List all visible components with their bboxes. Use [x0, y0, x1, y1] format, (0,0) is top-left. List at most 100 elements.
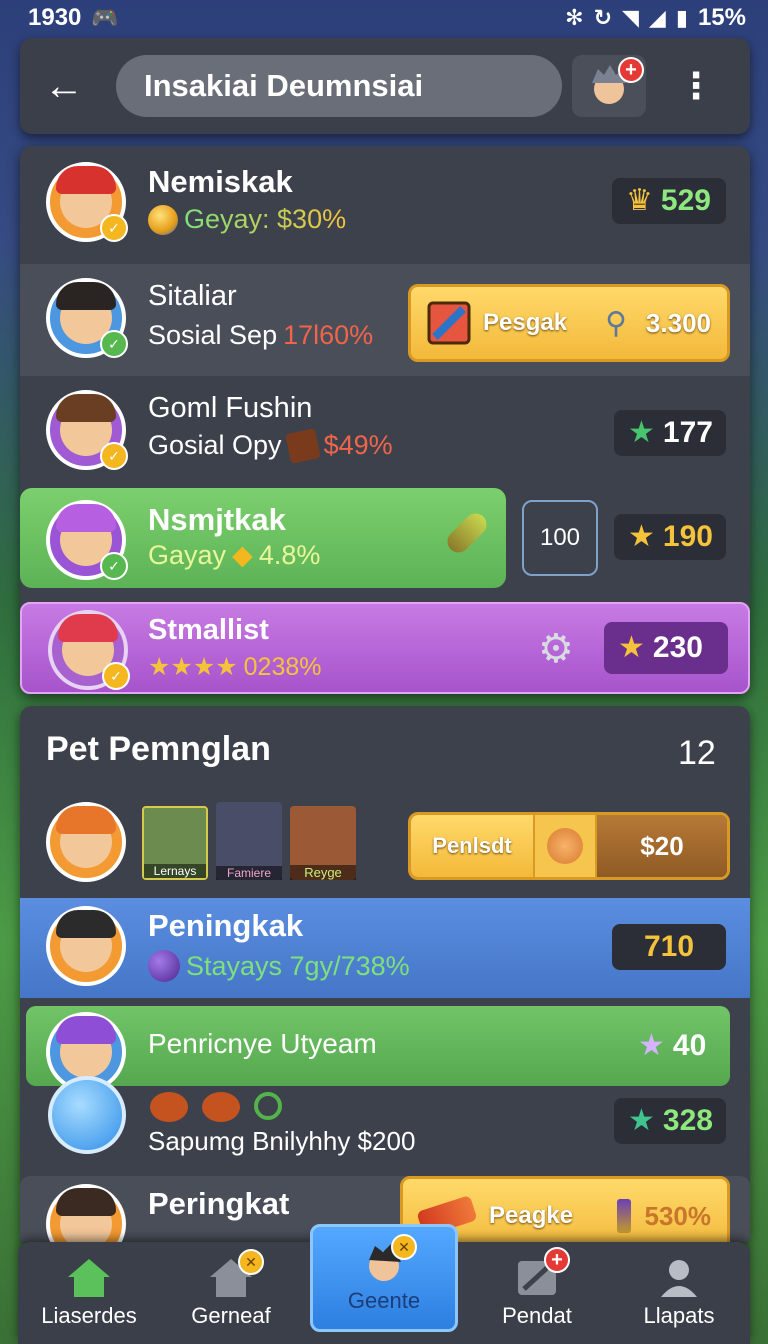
gear-icon[interactable]: ⚙	[538, 626, 574, 672]
header-title: Insakiai Deumnsiai	[144, 68, 424, 103]
back-arrow-icon[interactable]: ←	[34, 56, 94, 116]
chocolate-icon	[284, 427, 321, 464]
avatar: ✓	[46, 162, 128, 242]
avatar	[46, 1184, 126, 1242]
home-icon	[66, 1257, 112, 1299]
avatar	[46, 802, 126, 882]
list-item-highlighted[interactable]: ✓ Stmallist ★★★★ 0238% ⚙ ★ 230	[20, 602, 750, 694]
list-item-highlighted[interactable]: Peningkak Stayays 7gy/738% 710	[20, 898, 750, 998]
pet-card[interactable]: Famiere	[216, 802, 282, 880]
player-stat: ★★★★ 0238%	[148, 652, 322, 682]
section-title: Pet Pemnglan	[46, 730, 271, 768]
price: $20	[597, 815, 727, 877]
nav-item-gerneaf[interactable]: ✕ Gerneaf	[160, 1242, 302, 1344]
player-name: Nsmjtkak	[148, 502, 286, 537]
signal-icon: ◢	[648, 5, 666, 30]
nav-item-geente[interactable]: ✕ Geente	[310, 1224, 458, 1332]
trophy-icon: ♛	[626, 184, 653, 217]
player-name: Stmallist	[148, 614, 269, 646]
item-card-icon	[427, 301, 471, 345]
rank-badge-icon: ✓	[100, 552, 128, 580]
nav-item-llapats[interactable]: Llapats	[608, 1242, 750, 1344]
seg-label: Penlsdt	[411, 815, 533, 877]
ball-icon	[148, 204, 178, 235]
pet-row: Lernays Famiere Reyge Penlsdt $20	[20, 794, 750, 898]
score-pill: ★ 190	[614, 514, 726, 560]
list-item[interactable]: Sapumg Bnilyhhy $200 ★ 328	[20, 1076, 750, 1176]
player-name: Peringkat	[148, 1186, 290, 1221]
title-search-bar[interactable]: Insakiai Deumnsiai	[116, 55, 562, 117]
pesgak-button[interactable]: Pesgak ⚲ 3.300	[408, 284, 730, 362]
rank-badge-icon: ✓	[100, 214, 128, 242]
avatar: ✓	[48, 610, 130, 690]
profile-avatar-button[interactable]: +	[572, 55, 646, 117]
gem-icon: ◆	[232, 540, 253, 570]
player-stat: Gosial Opy $49%	[148, 427, 393, 464]
player-name: Penricnye Utyeam	[148, 1028, 377, 1059]
player-name: Sitaliar	[148, 280, 237, 312]
battery-icon	[616, 1199, 631, 1233]
nav-item-liaserdes[interactable]: Liaserdes	[18, 1242, 160, 1344]
player-stat: Gayay ◆ 4.8%	[148, 540, 321, 570]
avatar: ✓	[46, 278, 128, 358]
star-icon: ★	[638, 1029, 665, 1062]
app-header: ← Insakiai Deumnsiai + ⋮	[20, 38, 750, 134]
player-stat: Sapumg Bnilyhhy $200	[148, 1126, 416, 1156]
rank-badge-icon: ✓	[102, 662, 130, 690]
shield-icon	[48, 1076, 126, 1154]
add-badge-icon: +	[618, 57, 644, 83]
player-stat: Geyay: $30%	[148, 204, 346, 235]
list-item[interactable]: ✓ Sitaliar Sosial Sep 17l60% Pesgak ⚲ 3.…	[20, 264, 750, 376]
list-item[interactable]: ✓ Goml Fushin Gosial Opy $49% ★ 177	[20, 376, 750, 488]
score-pill: ★ 328	[614, 1098, 726, 1144]
bottom-nav: Liaserdes ✕ Gerneaf ✕ Geente + Pendat Ll…	[18, 1224, 750, 1344]
tool-icon: +	[514, 1247, 570, 1299]
value-box[interactable]: 100	[522, 500, 598, 576]
reward-icons	[150, 1092, 282, 1122]
pet-card[interactable]: Reyge	[290, 806, 356, 880]
status-bar: 1930 🎮 ✻ ↻ ◥ ◢ ▮ 15%	[0, 0, 768, 36]
player-name: Goml Fushin	[148, 392, 313, 424]
avatar-icon: ✕	[361, 1234, 417, 1284]
section-count: 12	[678, 734, 716, 772]
nav-item-pendat[interactable]: + Pendat	[466, 1242, 608, 1344]
potion-icon	[148, 950, 180, 982]
score-pill: ★ 230	[604, 622, 728, 674]
player-name: Peningkak	[148, 908, 304, 943]
wifi-icon: ◥	[622, 5, 639, 30]
player-stat: Sosial Sep 17l60%	[148, 320, 374, 350]
list-item-highlighted[interactable]: ✓ Nsmjtkak Gayay ◆ 4.8% 100 ★ 190	[20, 488, 750, 588]
wrench-icon: ⚲	[605, 306, 628, 340]
cookie-icon	[533, 815, 597, 877]
list-item[interactable]: ✓ Nemiskak Geyay: $30% ♛ 529	[20, 146, 750, 264]
bluetooth-icon: ✻	[565, 5, 584, 30]
rank-badge-icon: ✓	[100, 442, 128, 470]
game-controller-icon: 🎮	[91, 5, 119, 30]
avatar	[46, 906, 126, 986]
player-name: Nemiskak	[148, 164, 293, 199]
battery-level: 15%	[697, 4, 746, 31]
coin-badge-icon: ✕	[238, 1249, 264, 1275]
score: ★ 40	[638, 1028, 707, 1063]
sync-icon: ↻	[593, 5, 612, 30]
more-options-icon[interactable]: ⋮	[676, 56, 716, 116]
status-time: 1930	[28, 4, 82, 31]
avatar: ✓	[46, 390, 128, 470]
score-pill: 710	[612, 924, 726, 970]
star-icon: ★	[628, 520, 655, 553]
rank-badge-icon: ✓	[100, 330, 128, 358]
star-icon: ★	[618, 631, 645, 664]
star-icon: ★	[628, 1104, 655, 1137]
pet-card[interactable]: Lernays	[142, 806, 208, 880]
star-icon: ★	[628, 416, 655, 449]
avatar: ✓	[46, 500, 128, 580]
add-badge-icon: +	[544, 1247, 570, 1273]
user-icon	[656, 1257, 702, 1299]
score-pill: ♛ 529	[612, 178, 726, 224]
list-item-highlighted[interactable]: Penricnye Utyeam ★ 40	[20, 1006, 750, 1092]
purchase-segmented-button[interactable]: Penlsdt $20	[408, 812, 730, 880]
house-icon: ✕	[208, 1249, 264, 1299]
coin-badge-icon: ✕	[391, 1234, 417, 1260]
highlight-bar	[26, 1006, 730, 1086]
player-stat: Stayays 7gy/738%	[148, 950, 410, 982]
